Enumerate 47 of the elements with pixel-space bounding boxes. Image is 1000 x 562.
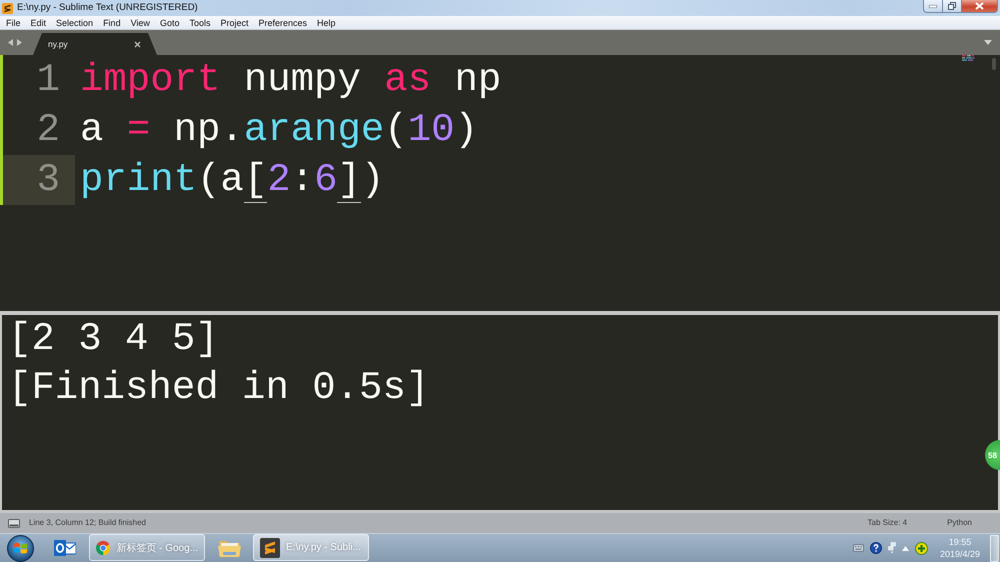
app-logo-icon (260, 538, 280, 558)
minimize-icon (929, 4, 937, 8)
line-number: 3 (3, 155, 75, 205)
minimap-drawing[interactable] (962, 55, 976, 61)
caret-right-icon[interactable] (17, 39, 22, 46)
line-number: 2 (36, 107, 61, 154)
menu-item[interactable]: Goto (154, 16, 184, 28)
network-icon[interactable] (888, 542, 896, 554)
status-message: Line 3, Column 12; Build finished (29, 518, 146, 528)
code-line: print(a[2:6]) (80, 157, 384, 205)
restore-button[interactable] (943, 0, 962, 13)
menu-item[interactable]: View (126, 16, 155, 28)
menu-item[interactable]: File (1, 16, 26, 28)
syntax-label[interactable]: Python (947, 518, 972, 528)
scrollbar-thumb[interactable] (992, 58, 996, 70)
output-line: [Finished in 0.5s] (8, 365, 430, 412)
menu-item[interactable]: Edit (26, 16, 52, 28)
line-number: 1 (36, 57, 61, 104)
plus-badge-icon[interactable] (915, 542, 928, 554)
file-tab[interactable]: ny.py (33, 33, 157, 55)
menu-item[interactable]: Find (98, 16, 126, 28)
code-line: import numpy as np (80, 57, 502, 104)
start-button[interactable] (6, 534, 34, 562)
start-orb-icon (6, 534, 34, 562)
tab-size-label[interactable]: Tab Size: 4 (868, 518, 908, 528)
close-icon (975, 2, 984, 10)
menu-item[interactable]: Project (215, 16, 254, 28)
menu-item[interactable]: Preferences (253, 16, 312, 28)
menu-item[interactable]: Selection (51, 16, 98, 28)
close-button[interactable] (962, 0, 998, 13)
close-icon[interactable] (134, 40, 141, 48)
minimize-button[interactable] (923, 0, 943, 13)
app-logo-icon (2, 2, 13, 14)
mail-icon (54, 538, 76, 556)
caret-down-icon[interactable] (984, 40, 992, 45)
menu-item[interactable]: Tools (184, 16, 216, 28)
window-title: E:\ny.py - Sublime Text (UNREGISTERED) (17, 2, 198, 14)
caret-left-icon[interactable] (8, 39, 13, 46)
code-line: a = np.arange(10) (80, 107, 478, 154)
menu-item[interactable]: Help (312, 16, 341, 28)
help-icon[interactable] (870, 542, 882, 554)
caret-up-icon[interactable] (902, 546, 909, 550)
show-desktop-button[interactable] (990, 534, 999, 562)
restore-icon (948, 2, 956, 10)
output-line: [2 3 4 5] (8, 316, 219, 363)
panel-icon[interactable] (8, 518, 20, 528)
keyboard-icon[interactable] (853, 544, 864, 552)
